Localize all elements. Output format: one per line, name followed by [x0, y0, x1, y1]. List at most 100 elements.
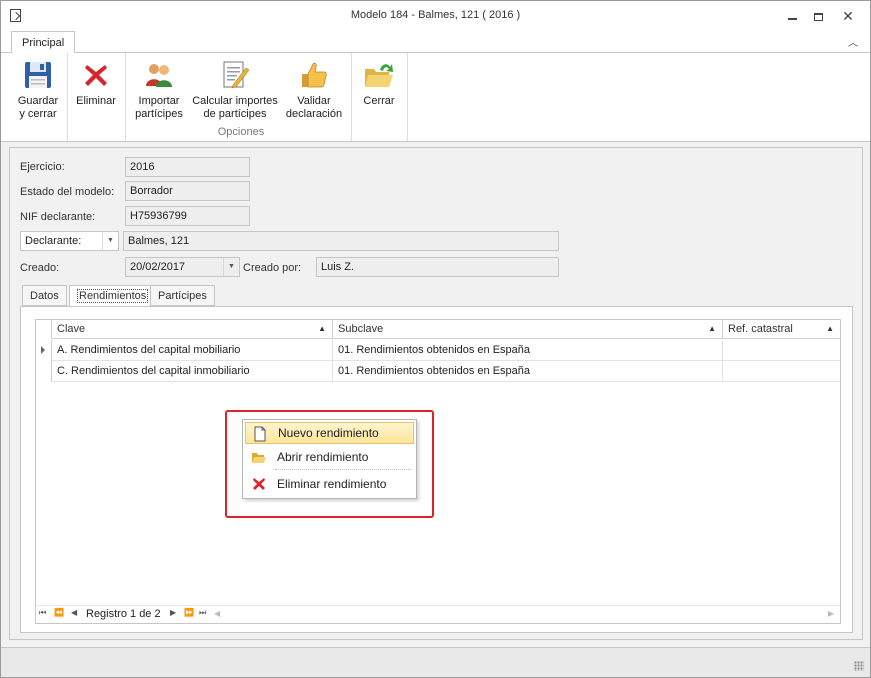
resize-grip-icon[interactable] — [854, 661, 864, 671]
sort-up-icon: ▲ — [708, 324, 716, 333]
column-header-subclave[interactable]: Subclave ▲ — [333, 320, 723, 339]
tab-participes[interactable]: Partícipes — [150, 285, 215, 306]
column-header-clave[interactable]: Clave ▲ — [52, 320, 333, 339]
chevron-down-icon[interactable]: ▼ — [223, 258, 239, 276]
cell-subclave[interactable]: 01. Rendimientos obtenidos en España — [333, 340, 723, 361]
rendimientos-tab-page: Clave ▲ Subclave ▲ Ref. catastral ▲ A. R… — [20, 306, 853, 633]
minimize-icon — [787, 17, 797, 20]
table-row[interactable]: C. Rendimientos del capital inmobiliario… — [36, 361, 840, 382]
tab-rendimientos[interactable]: Rendimientos — [69, 285, 157, 307]
row-pointer-icon — [41, 346, 45, 354]
maximize-button[interactable] — [807, 7, 829, 25]
prev-page-icon[interactable]: ⏪ — [54, 608, 64, 617]
next-record-icon[interactable]: ▶ — [170, 608, 176, 617]
close-icon: ✕ — [842, 8, 854, 24]
cell-ref-catastral[interactable] — [723, 340, 840, 361]
ribbon-tab-principal[interactable]: Principal — [11, 31, 76, 54]
sort-up-icon: ▲ — [318, 324, 326, 333]
ribbon-separator — [125, 53, 126, 141]
tab-rendimientos-label: Rendimientos — [77, 289, 149, 303]
row-indicator — [36, 361, 52, 382]
main-panel: Ejercicio: 2016 Estado del modelo: Borra… — [9, 147, 863, 640]
close-form-label: Cerrar — [363, 95, 395, 107]
open-folder-exit-icon — [365, 64, 393, 87]
nif-field[interactable]: H75936799 — [125, 206, 250, 226]
window-title: Modelo 184 - Balmes, 121 ( 2016 ) — [350, 9, 521, 21]
column-header-subclave-label: Subclave — [338, 323, 384, 335]
header-indicator — [36, 320, 52, 339]
table-row[interactable]: A. Rendimientos del capital mobiliario 0… — [36, 340, 840, 361]
form-edit-icon — [223, 61, 250, 89]
menu-item-label: Abrir rendimiento — [277, 450, 369, 464]
scroll-left-icon[interactable]: ◀ — [214, 609, 220, 618]
maximize-icon — [813, 12, 823, 21]
ribbon-separator — [407, 53, 408, 141]
floppy-disk-icon — [25, 62, 51, 88]
validate-declaration-button[interactable]: Validar declaración — [283, 59, 345, 121]
sort-up-icon: ▲ — [826, 324, 834, 333]
declarante-combo[interactable]: Declarante: ▼ — [20, 231, 119, 251]
last-record-icon[interactable]: ⏭ — [199, 608, 206, 618]
menu-item-eliminar-rendimiento[interactable]: Eliminar rendimiento — [245, 473, 414, 495]
calc-amounts-button[interactable]: Calcular importes de partícipes — [191, 59, 279, 121]
ribbon: Guardar y cerrar Eliminar Importar partí… — [1, 53, 870, 142]
grid-header: Clave ▲ Subclave ▲ Ref. catastral ▲ — [36, 320, 840, 339]
creado-por-field[interactable]: Luis Z. — [316, 257, 559, 277]
creado-date-field[interactable]: 20/02/2017 ▼ — [125, 257, 240, 277]
cell-ref-catastral[interactable] — [723, 361, 840, 382]
row-indicator — [36, 340, 52, 361]
cell-clave[interactable]: C. Rendimientos del capital inmobiliario — [52, 361, 333, 382]
chevron-down-icon[interactable]: ▼ — [102, 232, 118, 250]
calc-amounts-label: Calcular importes de partícipes — [192, 95, 278, 120]
import-participants-button[interactable]: Importar partícipes — [131, 59, 187, 121]
ribbon-separator — [67, 53, 68, 141]
record-navigator: ⏮ ⏪ ◀ Registro 1 de 2 ▶ ⏩ ⏭ ◀ ▶ — [36, 605, 840, 623]
horizontal-scrollbar[interactable]: ◀ ▶ — [214, 608, 836, 620]
creado-label: Creado: — [20, 262, 60, 274]
tab-datos[interactable]: Datos — [22, 285, 67, 306]
creado-date-value: 20/02/2017 — [130, 261, 186, 273]
close-window-button[interactable]: ✕ — [837, 7, 859, 25]
red-x-icon — [253, 478, 265, 490]
delete-button[interactable]: Eliminar — [73, 59, 119, 108]
first-record-icon[interactable]: ⏮ — [39, 608, 46, 618]
menu-item-abrir-rendimiento[interactable]: Abrir rendimiento — [245, 446, 414, 468]
save-close-label: Guardar y cerrar — [17, 95, 59, 120]
cell-clave[interactable]: A. Rendimientos del capital mobiliario — [52, 340, 333, 361]
ejercicio-field[interactable]: 2016 — [125, 157, 250, 177]
save-close-button[interactable]: Guardar y cerrar — [13, 59, 63, 121]
delete-label: Eliminar — [76, 95, 116, 107]
menu-item-label: Eliminar rendimiento — [277, 477, 387, 491]
ribbon-separator — [351, 53, 352, 141]
collapse-ribbon-chevron-icon[interactable]: ︿ — [848, 34, 858, 49]
context-menu: Nuevo rendimiento Abrir rendimiento Elim… — [242, 419, 417, 499]
app-window: Modelo 184 - Balmes, 121 ( 2016 ) ✕ Prin… — [0, 0, 871, 678]
ribbon-group-label: Opciones — [217, 126, 265, 138]
next-page-icon[interactable]: ⏩ — [184, 608, 194, 617]
creado-por-label: Creado por: — [243, 262, 302, 274]
declarante-field[interactable]: Balmes, 121 — [123, 231, 559, 251]
open-folder-icon — [252, 453, 266, 463]
column-header-ref-catastral[interactable]: Ref. catastral ▲ — [723, 320, 840, 339]
prev-record-icon[interactable]: ◀ — [71, 608, 77, 617]
column-header-clave-label: Clave — [57, 323, 86, 335]
column-header-ref-catastral-label: Ref. catastral — [728, 323, 793, 335]
menu-item-nuevo-rendimiento[interactable]: Nuevo rendimiento — [245, 422, 414, 444]
declarante-combo-label: Declarante: — [25, 235, 82, 247]
import-participants-label: Importar partícipes — [135, 95, 183, 120]
menu-separator — [275, 469, 411, 470]
users-icon — [146, 64, 172, 87]
ejercicio-label: Ejercicio: — [20, 161, 65, 173]
cell-subclave[interactable]: 01. Rendimientos obtenidos en España — [333, 361, 723, 382]
close-form-button[interactable]: Cerrar — [357, 59, 401, 108]
status-bar — [1, 647, 870, 677]
title-bar: Modelo 184 - Balmes, 121 ( 2016 ) ✕ — [1, 1, 870, 31]
validate-declaration-label: Validar declaración — [285, 95, 343, 120]
ribbon-tabs: Principal ︿ — [1, 31, 870, 54]
estado-label: Estado del modelo: — [20, 186, 115, 198]
minimize-button[interactable] — [781, 7, 803, 25]
scroll-right-icon[interactable]: ▶ — [828, 609, 834, 618]
estado-field[interactable]: Borrador — [125, 181, 250, 201]
new-document-icon — [254, 426, 266, 442]
thumbs-up-icon — [302, 62, 327, 88]
